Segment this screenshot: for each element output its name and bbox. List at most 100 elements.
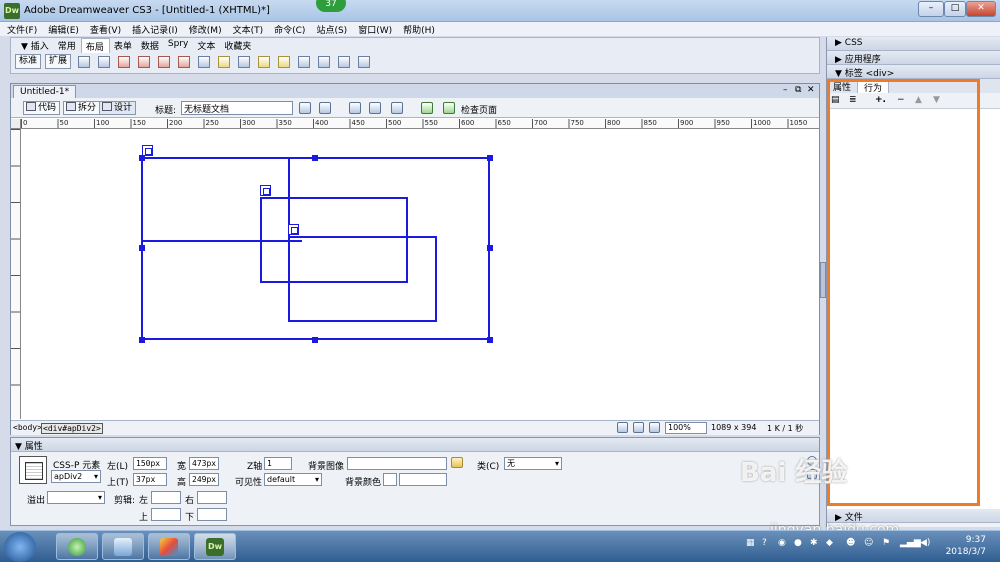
panel-css[interactable]: ▶ CSS <box>827 37 1000 51</box>
menu-commands[interactable]: 命令(C) <box>267 22 309 36</box>
menu-modify[interactable]: 修改(M) <box>182 22 226 36</box>
layer-anchor-icon-2[interactable] <box>260 185 271 196</box>
add-behavior-icon[interactable]: +. <box>875 95 886 105</box>
tag-selector-body[interactable]: <body> <box>13 423 42 432</box>
resize-handle-s[interactable] <box>312 337 318 343</box>
top-input[interactable]: 37px <box>133 473 167 486</box>
document-title-input[interactable] <box>181 101 293 115</box>
insert-row-above-icon[interactable] <box>198 56 211 68</box>
doc-close-button[interactable]: ✕ <box>807 85 815 95</box>
view-options-icon[interactable] <box>369 102 381 114</box>
tag-selector-div[interactable]: <div#apDiv2> <box>41 423 103 434</box>
menu-file[interactable]: 文件(F) <box>0 22 41 36</box>
tab-text[interactable]: 文本 <box>193 38 220 52</box>
insert-column-icon[interactable] <box>278 56 291 68</box>
tray-app-icon[interactable]: ◉ <box>778 538 786 548</box>
menu-view[interactable]: 查看(V) <box>83 22 125 36</box>
maximize-button[interactable]: □ <box>944 1 966 17</box>
clip-top-input[interactable] <box>151 508 181 521</box>
tab-common[interactable]: 常用 <box>54 38 81 52</box>
spry-menu-icon[interactable] <box>338 56 351 68</box>
menu-window[interactable]: 窗口(W) <box>351 22 396 36</box>
tray-settings-icon[interactable]: ✱ <box>810 538 818 548</box>
hand-tool-icon[interactable] <box>633 422 644 433</box>
element-id-select[interactable]: apDiv2 <box>51 470 101 483</box>
visibility-select[interactable]: default <box>264 473 322 486</box>
remove-behavior-icon[interactable]: − <box>897 95 905 105</box>
system-clock[interactable]: 9:37 2018/3/7 <box>940 534 986 558</box>
tray-user-icon[interactable]: ☺ <box>864 538 873 548</box>
window-size[interactable]: 1089 x 394 <box>711 423 756 432</box>
move-down-icon[interactable]: ▼ <box>933 95 940 105</box>
layout-cell-icon[interactable] <box>178 56 191 68</box>
insert-column-right-icon[interactable] <box>258 56 271 68</box>
properties-header[interactable]: ▼ 属性 <box>11 438 819 452</box>
spry-panel-icon[interactable] <box>358 56 371 68</box>
folder-icon[interactable] <box>451 457 463 468</box>
taskbar-browser[interactable] <box>56 533 98 560</box>
tray-security-icon[interactable]: ◆ <box>826 538 833 548</box>
layer-anchor-icon-3[interactable] <box>288 224 299 235</box>
doc-restore-button[interactable]: ⧉ <box>795 85 801 95</box>
layout-table-icon[interactable] <box>158 56 171 68</box>
pointer-tool-icon[interactable] <box>617 422 628 433</box>
visual-aids-icon[interactable] <box>391 102 403 114</box>
check-page-icon[interactable] <box>443 102 455 114</box>
taskbar-dreamweaver[interactable]: Dw <box>194 533 236 560</box>
resize-handle-e[interactable] <box>487 245 493 251</box>
clip-left-input[interactable] <box>151 491 181 504</box>
insert-column-left-icon[interactable] <box>238 56 251 68</box>
iframe-icon[interactable] <box>298 56 311 68</box>
tray-help-icon[interactable]: ? <box>762 538 767 548</box>
zoom-select[interactable]: 100% <box>665 422 707 434</box>
validate-markup-icon[interactable] <box>421 102 433 114</box>
class-select[interactable]: 无 <box>504 457 562 470</box>
menu-text[interactable]: 文本(T) <box>226 22 268 36</box>
tab-data[interactable]: 数据 <box>137 38 164 52</box>
tray-green-icon[interactable]: ● <box>794 538 802 548</box>
code-view-button[interactable]: 代码 <box>23 101 61 115</box>
taskbar-paint[interactable] <box>148 533 190 560</box>
draw-apdiv-icon[interactable] <box>138 56 151 68</box>
tab-favorites[interactable]: 收藏夹 <box>220 38 256 52</box>
layer-anchor-icon-1[interactable] <box>142 145 153 156</box>
zoom-tool-icon[interactable] <box>649 422 660 433</box>
menu-help[interactable]: 帮助(H) <box>396 22 439 36</box>
start-button[interactable] <box>4 532 36 562</box>
bg-image-input[interactable] <box>347 457 447 470</box>
doc-minimize-button[interactable]: – <box>783 85 788 95</box>
expanded-mode-button[interactable]: 扩展 <box>45 54 72 69</box>
left-input[interactable]: 150px <box>133 457 167 470</box>
check-page-label[interactable]: 检查页面 <box>461 103 497 116</box>
file-management-icon[interactable] <box>299 102 311 114</box>
table-icon[interactable] <box>78 56 91 68</box>
z-index-input[interactable]: 1 <box>264 457 292 470</box>
document-tab[interactable]: Untitled-1* <box>13 85 77 98</box>
apdiv-3[interactable] <box>288 236 437 322</box>
show-all-events-icon[interactable]: ≣ <box>849 95 857 105</box>
resize-handle-sw[interactable] <box>139 337 145 343</box>
tab-forms[interactable]: 表单 <box>110 38 137 52</box>
tray-keyboard-icon[interactable]: ▦ <box>746 538 755 548</box>
height-input[interactable]: 249px <box>189 473 219 486</box>
panel-files[interactable]: ▶ 文件 <box>827 509 1000 523</box>
refresh-icon[interactable] <box>349 102 361 114</box>
clip-right-input[interactable] <box>197 491 227 504</box>
tray-flag-icon[interactable]: ⚑ <box>882 538 890 548</box>
resize-handle-se[interactable] <box>487 337 493 343</box>
minimize-button[interactable]: – <box>918 1 944 17</box>
show-set-events-icon[interactable]: ▤ <box>831 95 840 105</box>
design-view-button[interactable]: 设计 <box>99 101 137 115</box>
tray-network-icon[interactable]: ▂▄▆ <box>900 538 921 548</box>
insert-row-below-icon[interactable] <box>218 56 231 68</box>
move-up-icon[interactable]: ▲ <box>915 95 922 105</box>
panel-application[interactable]: ▶ 应用程序 <box>827 51 1000 65</box>
close-button[interactable]: ✕ <box>966 1 996 17</box>
frames-icon[interactable] <box>318 56 331 68</box>
resize-handle-w[interactable] <box>139 245 145 251</box>
menu-insert-record[interactable]: 插入记录(I) <box>125 22 182 36</box>
design-canvas[interactable] <box>22 130 819 420</box>
insert-label[interactable]: ▼ 插入 <box>17 38 54 52</box>
tab-spry[interactable]: Spry <box>164 38 193 49</box>
panel-tag-inspector[interactable]: ▼ 标签 <div> <box>827 65 1000 79</box>
